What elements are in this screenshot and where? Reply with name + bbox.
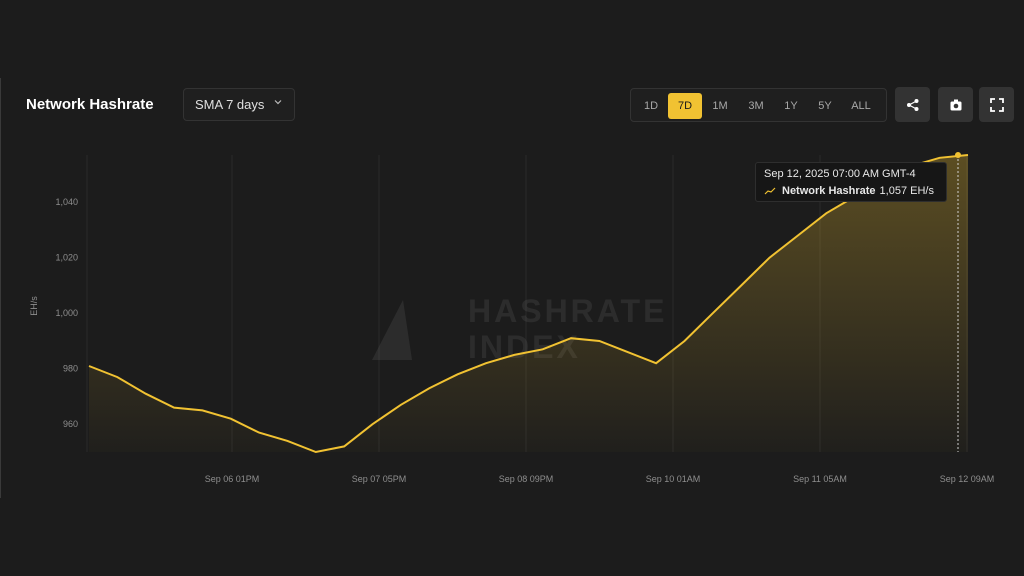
tooltip-timestamp: Sep 12, 2025 07:00 AM GMT-4 [764,168,916,180]
time-range-selector: 1D 7D 1M 3M 1Y 5Y ALL [630,88,887,122]
screenshot-button[interactable] [938,87,973,122]
average-select[interactable]: SMA 7 days [183,88,295,121]
range-7d[interactable]: 7D [668,93,702,119]
range-1d[interactable]: 1D [634,93,668,119]
series-line-icon [764,187,776,195]
range-3m[interactable]: 3M [739,93,773,119]
range-1y[interactable]: 1Y [774,93,808,119]
fullscreen-button[interactable] [979,87,1014,122]
share-icon [906,98,918,111]
tooltip-series-name: Network Hashrate [782,185,876,197]
tooltip-value: 1,057 EH/s [879,185,934,197]
fullscreen-icon [989,97,1004,112]
chart-panel [0,78,1024,498]
range-5y[interactable]: 5Y [808,93,842,119]
chart-title: Network Hashrate [26,96,154,113]
average-select-value: SMA 7 days [195,97,265,112]
share-button[interactable] [895,87,930,122]
camera-icon [950,99,961,110]
range-all[interactable]: ALL [844,93,878,119]
range-1m[interactable]: 1M [703,93,737,119]
chart-tooltip: Sep 12, 2025 07:00 AM GMT-4 Network Hash… [755,162,947,202]
chevron-down-icon [274,100,282,105]
